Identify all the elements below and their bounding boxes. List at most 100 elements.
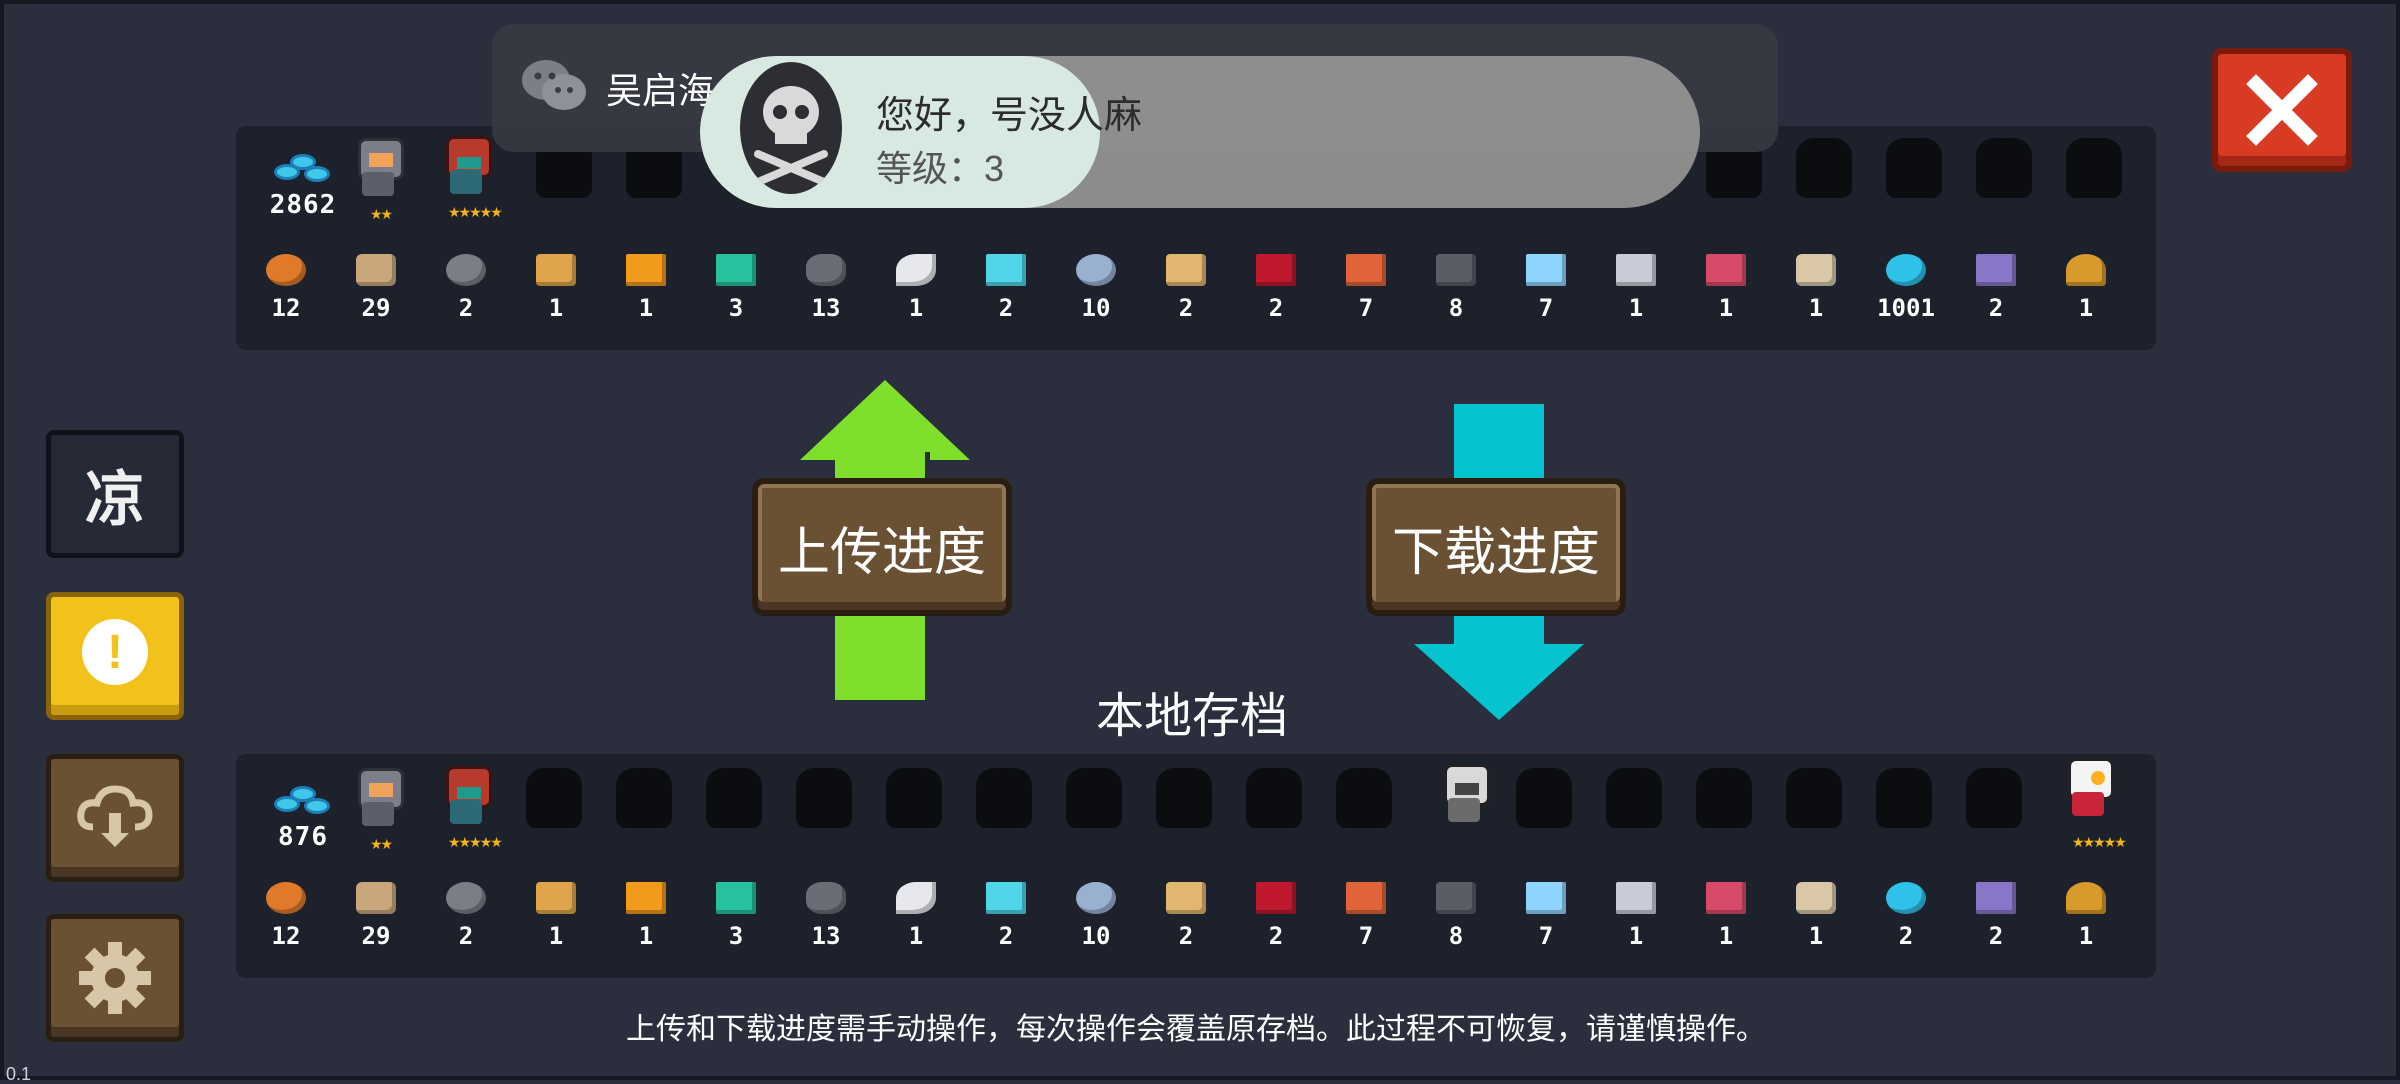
material-item: 1 — [526, 250, 586, 322]
wood-plank-icon — [1164, 878, 1208, 918]
close-button[interactable] — [2212, 48, 2352, 172]
material-count: 2 — [1988, 922, 2004, 950]
trident-icon — [1614, 250, 1658, 290]
material-item: 1001 — [1876, 250, 1936, 322]
locked-character-icon — [796, 768, 852, 828]
trident-icon — [1614, 878, 1658, 918]
upload-progress-button[interactable]: 上传进度 — [752, 478, 1012, 616]
berserker-character-icon — [2058, 756, 2118, 818]
material-item: 2 — [1156, 250, 1216, 322]
blue-crystal-icon — [1524, 878, 1568, 918]
energy-orb-icon — [1884, 878, 1928, 918]
stone-icon — [804, 250, 848, 290]
material-item: 29 — [346, 250, 406, 322]
rogue-stars: ★★★★★ — [448, 834, 503, 850]
material-item: 1 — [886, 878, 946, 950]
material-item: 2 — [1966, 878, 2026, 950]
knight-character-icon — [348, 136, 408, 198]
material-count: 2 — [1178, 294, 1194, 322]
scroll-icon — [1794, 878, 1838, 918]
fire-crystal-icon — [624, 250, 668, 290]
material-item: 12 — [256, 878, 316, 950]
material-count: 7 — [1358, 294, 1374, 322]
red-crystal-icon — [1254, 250, 1298, 290]
material-item: 2 — [1966, 250, 2026, 322]
material-item: 7 — [1336, 878, 1396, 950]
knight-stars: ★★ — [370, 836, 393, 852]
locked-character-icon — [1796, 138, 1852, 198]
gem-count: 2862 — [269, 190, 337, 220]
locked-character-icon — [1696, 768, 1752, 828]
knight-stars: ★★ — [370, 206, 393, 222]
wechat-icon — [522, 60, 586, 110]
upload-label: 上传进度 — [777, 523, 986, 582]
version-label: 0.1 — [6, 1064, 32, 1084]
device-icon — [1704, 250, 1748, 290]
notice-button[interactable]: ! — [46, 592, 184, 720]
feather-icon — [894, 878, 938, 918]
material-count: 29 — [361, 922, 391, 950]
cloud-download-icon — [77, 785, 153, 847]
material-item: 1 — [2056, 878, 2116, 950]
exclamation-icon: ! — [82, 619, 148, 685]
material-count: 1 — [638, 294, 654, 322]
device-icon — [1704, 878, 1748, 918]
material-item: 8 — [1426, 250, 1486, 322]
shell-icon — [2064, 878, 2108, 918]
material-count: 7 — [1538, 922, 1554, 950]
ice-crystal-icon — [984, 250, 1028, 290]
ore-icon — [264, 878, 308, 918]
material-count: 1 — [2078, 294, 2094, 322]
material-count: 1001 — [1877, 294, 1935, 322]
settings-button[interactable] — [46, 914, 184, 1042]
material-item: 1 — [1696, 250, 1756, 322]
material-item: 1 — [616, 878, 676, 950]
feather-icon — [894, 250, 938, 290]
material-count: 3 — [728, 922, 744, 950]
wood-plank-icon — [1164, 250, 1208, 290]
gear-part-icon — [444, 250, 488, 290]
locked-character-icon — [886, 768, 942, 828]
locked-character-icon — [2066, 138, 2122, 198]
logo-button[interactable]: 凉 — [46, 430, 184, 558]
material-count: 1 — [1718, 922, 1734, 950]
locked-character-icon — [1246, 768, 1302, 828]
logo-text: 凉 — [85, 464, 145, 535]
material-item: 1 — [1786, 250, 1846, 322]
ice-crystal-icon — [984, 878, 1028, 918]
gem-currency: 2862 — [258, 150, 348, 220]
cloud-download-button[interactable] — [46, 754, 184, 882]
material-item: 29 — [346, 878, 406, 950]
material-count: 7 — [1538, 294, 1554, 322]
material-count: 2 — [1988, 294, 2004, 322]
frame-icon — [534, 250, 578, 290]
close-icon — [2246, 74, 2318, 146]
robot-part-icon — [1434, 250, 1478, 290]
material-count: 2 — [1268, 294, 1284, 322]
locked-character-icon — [1966, 768, 2022, 828]
material-count: 2 — [998, 294, 1014, 322]
material-count: 1 — [548, 294, 564, 322]
locked-character-icon — [1606, 768, 1662, 828]
rogue-stars: ★★★★★ — [448, 204, 503, 220]
green-crystal-icon — [714, 250, 758, 290]
download-progress-button[interactable]: 下载进度 — [1366, 478, 1626, 616]
energy-orb-icon — [1884, 250, 1928, 290]
material-item: 1 — [1606, 878, 1666, 950]
material-count: 12 — [271, 922, 301, 950]
material-item: 2 — [436, 250, 496, 322]
material-item: 2 — [1246, 250, 1306, 322]
purple-crystal-icon — [1974, 878, 2018, 918]
card-icon — [1344, 878, 1388, 918]
green-crystal-icon — [714, 878, 758, 918]
locked-character-icon — [616, 768, 672, 828]
material-item: 1 — [2056, 250, 2116, 322]
unlocked-character-icon — [1434, 762, 1494, 824]
material-count: 2 — [1268, 922, 1284, 950]
material-count: 12 — [271, 294, 301, 322]
locked-character-icon — [706, 768, 762, 828]
purple-crystal-icon — [1974, 250, 2018, 290]
material-count: 1 — [1808, 922, 1824, 950]
material-count: 13 — [811, 922, 841, 950]
material-item: 1 — [616, 250, 676, 322]
